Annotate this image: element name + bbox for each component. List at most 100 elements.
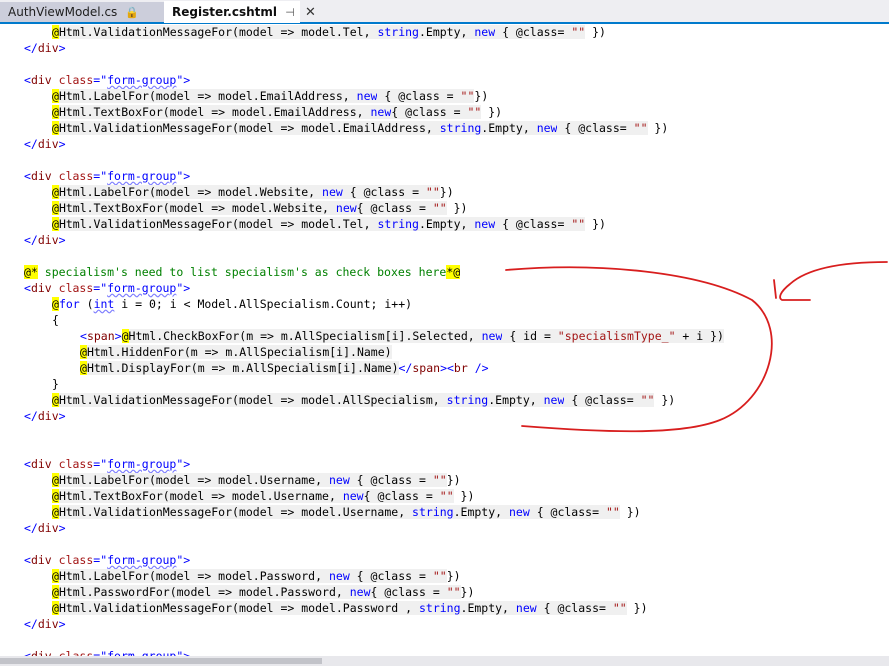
code-token: @ (121, 329, 129, 343)
code-token: < (24, 649, 31, 656)
code-token: }) (446, 201, 468, 215)
code-line[interactable]: @Html.ValidationMessageFor(model => mode… (24, 216, 889, 232)
code-token: Html.ValidationMessageFor(model => model… (58, 505, 413, 519)
code-token: =" (93, 457, 108, 471)
code-line[interactable]: @Html.ValidationMessageFor(model => mode… (24, 504, 889, 520)
code-token: @ (52, 393, 59, 407)
code-token: "" (612, 601, 627, 615)
code-line[interactable]: { (24, 312, 889, 328)
code-line[interactable] (24, 440, 889, 456)
code-token: + i }) (675, 329, 724, 343)
code-token: class (51, 457, 94, 471)
code-line[interactable]: } (24, 376, 889, 392)
code-token: @ (52, 121, 59, 135)
code-line[interactable]: </div> (24, 408, 889, 424)
code-line[interactable]: <div class="form-group"> (24, 72, 889, 88)
code-line[interactable]: </div> (24, 232, 889, 248)
code-token: </ (24, 617, 38, 631)
code-line[interactable] (24, 536, 889, 552)
code-token: "> (176, 281, 191, 295)
code-line[interactable]: @Html.LabelFor(model => model.EmailAddre… (24, 88, 889, 104)
lock-icon: 🔒 (125, 6, 139, 19)
code-token: }) (439, 185, 454, 199)
code-token: form-group (107, 457, 177, 471)
code-line[interactable]: @Html.LabelFor(model => model.Website, n… (24, 184, 889, 200)
horizontal-scrollbar[interactable] (0, 656, 889, 666)
code-token: Html.ValidationMessageFor(model => model… (58, 217, 378, 231)
code-token: =" (93, 73, 108, 87)
code-line[interactable]: <div class="form-group"> (24, 168, 889, 184)
code-line[interactable]: @Html.LabelFor(model => model.Password, … (24, 568, 889, 584)
code-line[interactable]: @Html.TextBoxFor(model => model.Website,… (24, 200, 889, 216)
code-token: "" (446, 585, 461, 599)
code-line[interactable]: </div> (24, 520, 889, 536)
scrollbar-thumb[interactable] (0, 658, 322, 664)
code-line[interactable]: @Html.ValidationMessageFor(model => mode… (24, 24, 889, 40)
code-line[interactable] (24, 424, 889, 440)
code-line[interactable]: </div> (24, 40, 889, 56)
code-line[interactable]: <div class="form-group"> (24, 280, 889, 296)
code-token: *@ (446, 265, 461, 279)
code-token: new (536, 121, 558, 135)
code-line[interactable]: <div class="form-group"> (24, 552, 889, 568)
code-token: < (24, 169, 31, 183)
code-editor[interactable]: @Html.ValidationMessageFor(model => mode… (0, 24, 889, 656)
code-token: @ (52, 505, 59, 519)
code-token: }) (460, 585, 475, 599)
code-token: < (24, 457, 31, 471)
code-token: form-group (107, 73, 177, 87)
pin-icon[interactable]: ⊣ (285, 2, 295, 24)
code-line[interactable]: @Html.LabelFor(model => model.Username, … (24, 472, 889, 488)
code-token: > (58, 137, 66, 151)
code-token: div (37, 617, 59, 631)
code-token: Html.LabelFor(model => model.EmailAddres… (58, 89, 357, 103)
code-token: "" (571, 217, 586, 231)
code-token: form-group (107, 169, 177, 183)
code-line[interactable] (24, 248, 889, 264)
code-token: @ (52, 297, 59, 311)
code-line[interactable]: @* specialism's need to list specialism'… (24, 264, 889, 280)
code-line[interactable]: @Html.ValidationMessageFor(model => mode… (24, 120, 889, 136)
code-token: @* (24, 265, 38, 279)
code-line[interactable]: <span>@Html.CheckBoxFor(m => m.AllSpecia… (24, 328, 889, 344)
code-token: for (58, 297, 80, 311)
code-line[interactable]: <div class="form-group"> (24, 456, 889, 472)
code-line[interactable] (24, 632, 889, 648)
code-token: div (30, 457, 52, 471)
code-line[interactable]: @for (int i = 0; i < Model.AllSpecialism… (24, 296, 889, 312)
code-line[interactable]: @Html.HiddenFor(m => m.AllSpecialism[i].… (24, 344, 889, 360)
code-token: "> (176, 553, 191, 567)
code-line[interactable]: @Html.TextBoxFor(model => model.EmailAdd… (24, 104, 889, 120)
code-line[interactable] (24, 152, 889, 168)
code-token: specialism's need to list specialism's a… (37, 265, 447, 279)
code-token: Html.TextBoxFor(model => model.EmailAddr… (58, 105, 371, 119)
code-token: new (335, 201, 357, 215)
code-token: .Empty, (418, 25, 475, 39)
code-line[interactable]: </div> (24, 616, 889, 632)
code-line[interactable]: <div class="form-group"> (24, 648, 889, 656)
code-token: @ (52, 201, 59, 215)
code-token: =" (93, 553, 108, 567)
code-token: span (86, 329, 115, 343)
code-line[interactable]: @Html.ValidationMessageFor(model => mode… (24, 392, 889, 408)
code-token: string (418, 601, 461, 615)
code-token: div (30, 553, 52, 567)
code-token: @ (80, 345, 87, 359)
code-token: form-group (107, 649, 177, 656)
code-token: class (51, 73, 94, 87)
code-line[interactable]: @Html.ValidationMessageFor(model => mode… (24, 600, 889, 616)
tab-register[interactable]: Register.cshtml ⊣ ✕ (164, 1, 316, 24)
code-token: =" (93, 281, 108, 295)
code-line[interactable]: @Html.PasswordFor(model => model.Passwor… (24, 584, 889, 600)
close-icon[interactable]: ✕ (305, 2, 316, 24)
code-line[interactable]: @Html.TextBoxFor(model => model.Username… (24, 488, 889, 504)
tab-label: AuthViewModel.cs (8, 5, 118, 19)
code-line[interactable]: @Html.DisplayFor(m => m.AllSpecialism[i]… (24, 360, 889, 376)
tab-authviewmodel[interactable]: AuthViewModel.cs 🔒 (0, 2, 164, 22)
code-token: Html.TextBoxFor(model => model.Website, (58, 201, 336, 215)
code-line[interactable]: </div> (24, 136, 889, 152)
code-token: }) (453, 489, 475, 503)
code-token: new (328, 473, 350, 487)
code-line[interactable] (24, 56, 889, 72)
code-token: }) (481, 105, 503, 119)
